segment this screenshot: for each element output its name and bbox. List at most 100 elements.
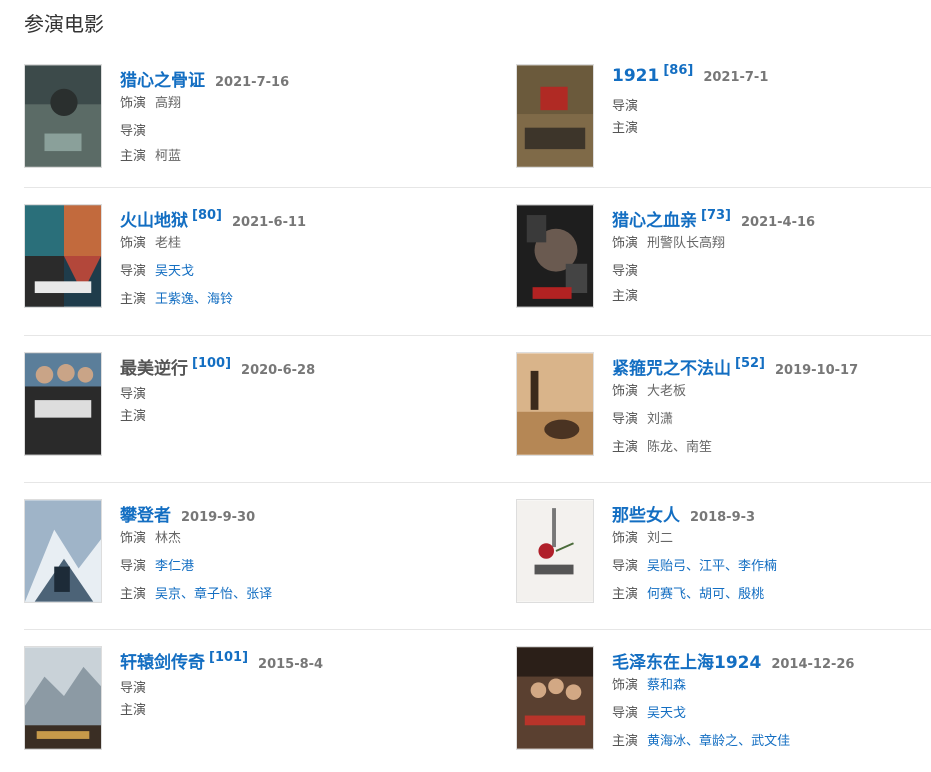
movie-score[interactable]: [101] — [209, 650, 248, 665]
cast-separator: 、 — [738, 734, 752, 749]
role-label: 饰演 — [120, 96, 147, 111]
role-value: 刘二 — [647, 531, 674, 546]
movie-row: 猎心之骨证 2021-7-16 饰演 高翔 导演 主演 柯蓝 1921 [86] 2… — [24, 62, 931, 188]
movie-row: 攀登者 2019-9-30 饰演 林杰 导演 李仁港 主演 吴京、章子怡、张译 那些女… — [24, 483, 931, 630]
director-label: 导演 — [120, 559, 147, 574]
movie-score[interactable]: [100] — [192, 356, 231, 371]
cast-label: 主演 — [120, 703, 147, 718]
role-label: 饰演 — [612, 384, 639, 399]
director-label: 导演 — [612, 412, 639, 427]
cast-label: 主演 — [612, 121, 639, 136]
movie-poster[interactable] — [516, 204, 594, 308]
role-label: 饰演 — [120, 236, 147, 251]
cast-link[interactable]: 何赛飞 — [647, 587, 686, 602]
movie-item: 猎心之血亲 [73] 2021-4-16 饰演 刑警队长高翔 导演 主演 — [516, 188, 931, 335]
movie-poster[interactable] — [24, 352, 102, 456]
cast-link[interactable]: 胡可 — [699, 587, 725, 602]
movie-title[interactable]: 毛泽东在上海1924 — [612, 648, 761, 673]
movie-title[interactable]: 紧箍咒之不法山 — [612, 354, 731, 379]
role-value: 大老板 — [647, 384, 687, 399]
movie-info: 火山地狱 [80] 2021-6-11 饰演 老桂 导演 吴天戈 主演 王紫逸、海铃 — [120, 204, 306, 335]
cast-value: 柯蓝 — [155, 149, 182, 164]
cast-link[interactable]: 王紫逸 — [155, 292, 194, 307]
movie-poster[interactable] — [516, 499, 594, 603]
cast-link[interactable]: 吴京 — [155, 587, 181, 602]
movie-item: 轩辕剑传奇 [101] 2015-8-4 导演 主演 — [24, 630, 516, 770]
movie-info: 紧箍咒之不法山 [52] 2019-10-17 饰演 大老板 导演 刘潇 主演 陈龙、… — [612, 352, 858, 482]
cast-link[interactable]: 章龄之 — [699, 734, 738, 749]
director-label: 导演 — [612, 559, 639, 574]
movie-title[interactable]: 最美逆行 — [120, 354, 188, 379]
movie-row: 火山地狱 [80] 2021-6-11 饰演 老桂 导演 吴天戈 主演 王紫逸、海铃 … — [24, 188, 931, 336]
movie-score[interactable]: [86] — [663, 63, 693, 78]
director-link[interactable]: 吴天戈 — [647, 706, 686, 721]
movie-item: 最美逆行 [100] 2020-6-28 导演 主演 — [24, 336, 516, 482]
role-link[interactable]: 蔡和森 — [647, 678, 686, 693]
movie-info: 1921 [86] 2021-7-1 导演 主演 — [612, 63, 769, 187]
role-value: 林杰 — [155, 531, 182, 546]
cast-label: 主演 — [120, 292, 147, 307]
role-label: 饰演 — [612, 236, 639, 251]
cast-link[interactable]: 张译 — [246, 587, 272, 602]
cast-label: 主演 — [120, 149, 147, 164]
role-label: 饰演 — [612, 531, 639, 546]
movie-score[interactable]: [80] — [192, 208, 222, 223]
movie-grid: 猎心之骨证 2021-7-16 饰演 高翔 导演 主演 柯蓝 1921 [86] 2… — [24, 62, 931, 770]
movie-item: 毛泽东在上海1924 2014-12-26 饰演 蔡和森 导演 吴天戈 主演 黄海冰、… — [516, 630, 931, 770]
cast-separator: 、 — [181, 587, 195, 602]
cast-label: 主演 — [612, 734, 639, 749]
role-value: 高翔 — [155, 96, 182, 111]
movie-poster[interactable] — [24, 64, 102, 168]
movie-score[interactable]: [52] — [735, 356, 765, 371]
role-label: 饰演 — [120, 531, 147, 546]
cast-label: 主演 — [120, 587, 147, 602]
release-date: 2021-4-16 — [740, 215, 816, 230]
cast-link[interactable]: 武文佳 — [751, 734, 790, 749]
director-label: 导演 — [612, 99, 639, 114]
movie-item: 火山地狱 [80] 2021-6-11 饰演 老桂 导演 吴天戈 主演 王紫逸、海铃 — [24, 188, 516, 335]
movie-poster[interactable] — [516, 646, 594, 750]
director-label: 导演 — [120, 124, 147, 139]
release-date: 2021-7-1 — [703, 70, 769, 85]
cast-label: 主演 — [612, 289, 639, 304]
movie-title[interactable]: 轩辕剑传奇 — [120, 648, 205, 673]
movie-title[interactable]: 攀登者 — [120, 501, 171, 526]
movie-info: 最美逆行 [100] 2020-6-28 导演 主演 — [120, 352, 315, 482]
cast-link[interactable]: 海铃 — [207, 292, 233, 307]
movie-title[interactable]: 火山地狱 — [120, 206, 188, 231]
cast-link[interactable]: 章子怡 — [194, 587, 233, 602]
cast-separator: 、 — [233, 587, 247, 602]
movie-item: 攀登者 2019-9-30 饰演 林杰 导演 李仁港 主演 吴京、章子怡、张译 — [24, 483, 516, 629]
movie-title[interactable]: 那些女人 — [612, 501, 680, 526]
movie-poster[interactable] — [24, 646, 102, 750]
movie-title[interactable]: 1921 — [612, 66, 659, 86]
cast-value: 南笙 — [686, 440, 713, 455]
release-date: 2021-6-11 — [231, 215, 307, 230]
section-title: 参演电影 — [24, 12, 104, 36]
director-link[interactable]: 李仁港 — [155, 559, 194, 574]
cast-label: 主演 — [612, 587, 639, 602]
movie-info: 猎心之血亲 [73] 2021-4-16 饰演 刑警队长高翔 导演 主演 — [612, 204, 815, 335]
movie-score[interactable]: [73] — [701, 208, 731, 223]
movie-info: 猎心之骨证 2021-7-16 饰演 高翔 导演 主演 柯蓝 — [120, 64, 289, 187]
director-value: 刘潇 — [647, 412, 674, 427]
director-label: 导演 — [612, 264, 639, 279]
movie-item: 紧箍咒之不法山 [52] 2019-10-17 饰演 大老板 导演 刘潇 主演 陈龙、… — [516, 336, 931, 482]
director-label: 导演 — [120, 387, 147, 402]
movie-poster[interactable] — [24, 499, 102, 603]
cast-label: 主演 — [612, 440, 639, 455]
cast-link[interactable]: 殷桃 — [738, 587, 764, 602]
director-link[interactable]: 吴天戈 — [155, 264, 194, 279]
cast-link[interactable]: 黄海冰 — [647, 734, 686, 749]
movie-poster[interactable] — [516, 64, 594, 168]
movie-item: 那些女人 2018-9-3 饰演 刘二 导演 吴贻弓、江平、李作楠 主演 何赛飞、胡可… — [516, 483, 931, 629]
movie-item: 1921 [86] 2021-7-1 导演 主演 — [516, 62, 931, 187]
movie-title[interactable]: 猎心之血亲 — [612, 206, 697, 231]
cast-separator: 、 — [194, 292, 208, 307]
release-date: 2014-12-26 — [771, 657, 855, 672]
movie-title[interactable]: 猎心之骨证 — [120, 66, 205, 91]
movie-poster[interactable] — [24, 204, 102, 308]
movie-row: 最美逆行 [100] 2020-6-28 导演 主演 紧箍咒之不法山 [52] … — [24, 336, 931, 483]
director-link[interactable]: 吴贻弓、江平、李作楠 — [647, 559, 777, 574]
movie-poster[interactable] — [516, 352, 594, 456]
